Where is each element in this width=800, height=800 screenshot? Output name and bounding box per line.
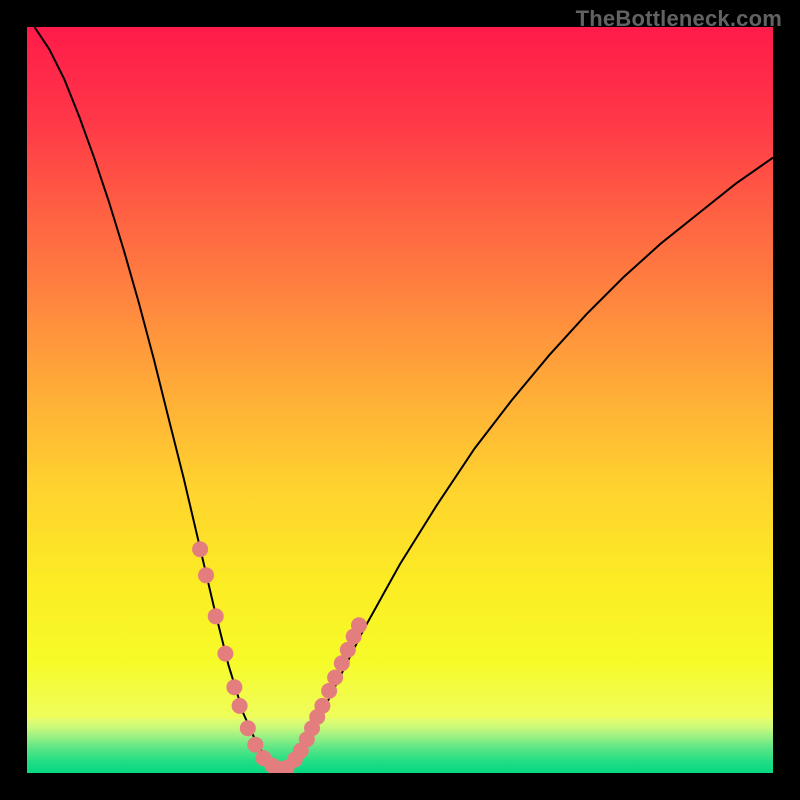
curve-marker bbox=[232, 698, 248, 714]
plot-area bbox=[27, 27, 773, 773]
curve-marker bbox=[198, 567, 214, 583]
curve-marker bbox=[217, 646, 233, 662]
curve-overlay bbox=[27, 27, 773, 773]
curve-marker bbox=[240, 720, 256, 736]
curve-marker bbox=[192, 541, 208, 557]
curve-markers bbox=[192, 541, 367, 773]
curve-marker bbox=[208, 608, 224, 624]
curve-marker bbox=[351, 617, 367, 633]
curve-marker bbox=[327, 670, 343, 686]
bottleneck-curve bbox=[35, 27, 774, 769]
curve-marker bbox=[247, 737, 263, 753]
curve-marker bbox=[314, 698, 330, 714]
curve-marker bbox=[226, 679, 242, 695]
chart-frame: TheBottleneck.com bbox=[0, 0, 800, 800]
watermark-text: TheBottleneck.com bbox=[576, 6, 782, 32]
